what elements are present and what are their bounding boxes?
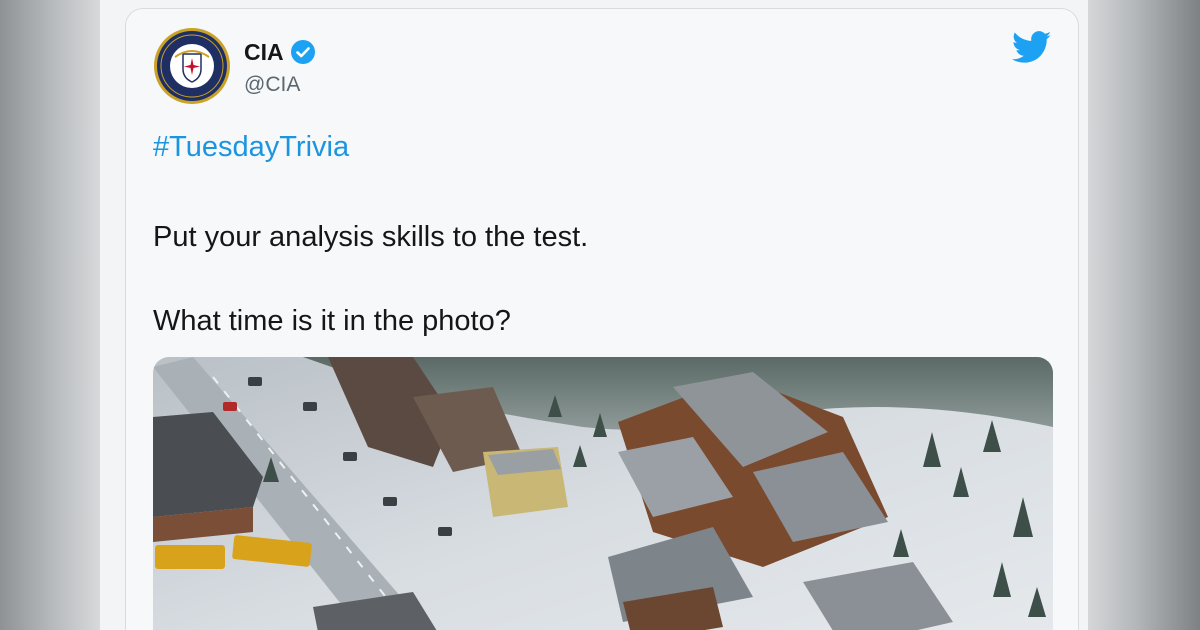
hashtag-link[interactable]: #TuesdayTrivia — [153, 131, 349, 164]
tweet-text-line: Put your analysis skills to the test. — [153, 221, 589, 253]
author-name[interactable]: CIA — [244, 39, 284, 66]
tweet-photo[interactable] — [153, 357, 1053, 630]
blurred-background-right — [1088, 0, 1200, 630]
author-handle[interactable]: @CIA — [244, 73, 300, 97]
tweet-text-line: What time is it in the photo? — [153, 305, 511, 337]
tweet-card[interactable]: CIA @CIA #TuesdayTrivia Put your analysi… — [125, 8, 1079, 630]
verified-badge-icon — [291, 40, 315, 64]
avatar[interactable] — [153, 27, 231, 105]
blurred-background-left — [0, 0, 100, 630]
twitter-bird-icon[interactable] — [1012, 31, 1052, 64]
